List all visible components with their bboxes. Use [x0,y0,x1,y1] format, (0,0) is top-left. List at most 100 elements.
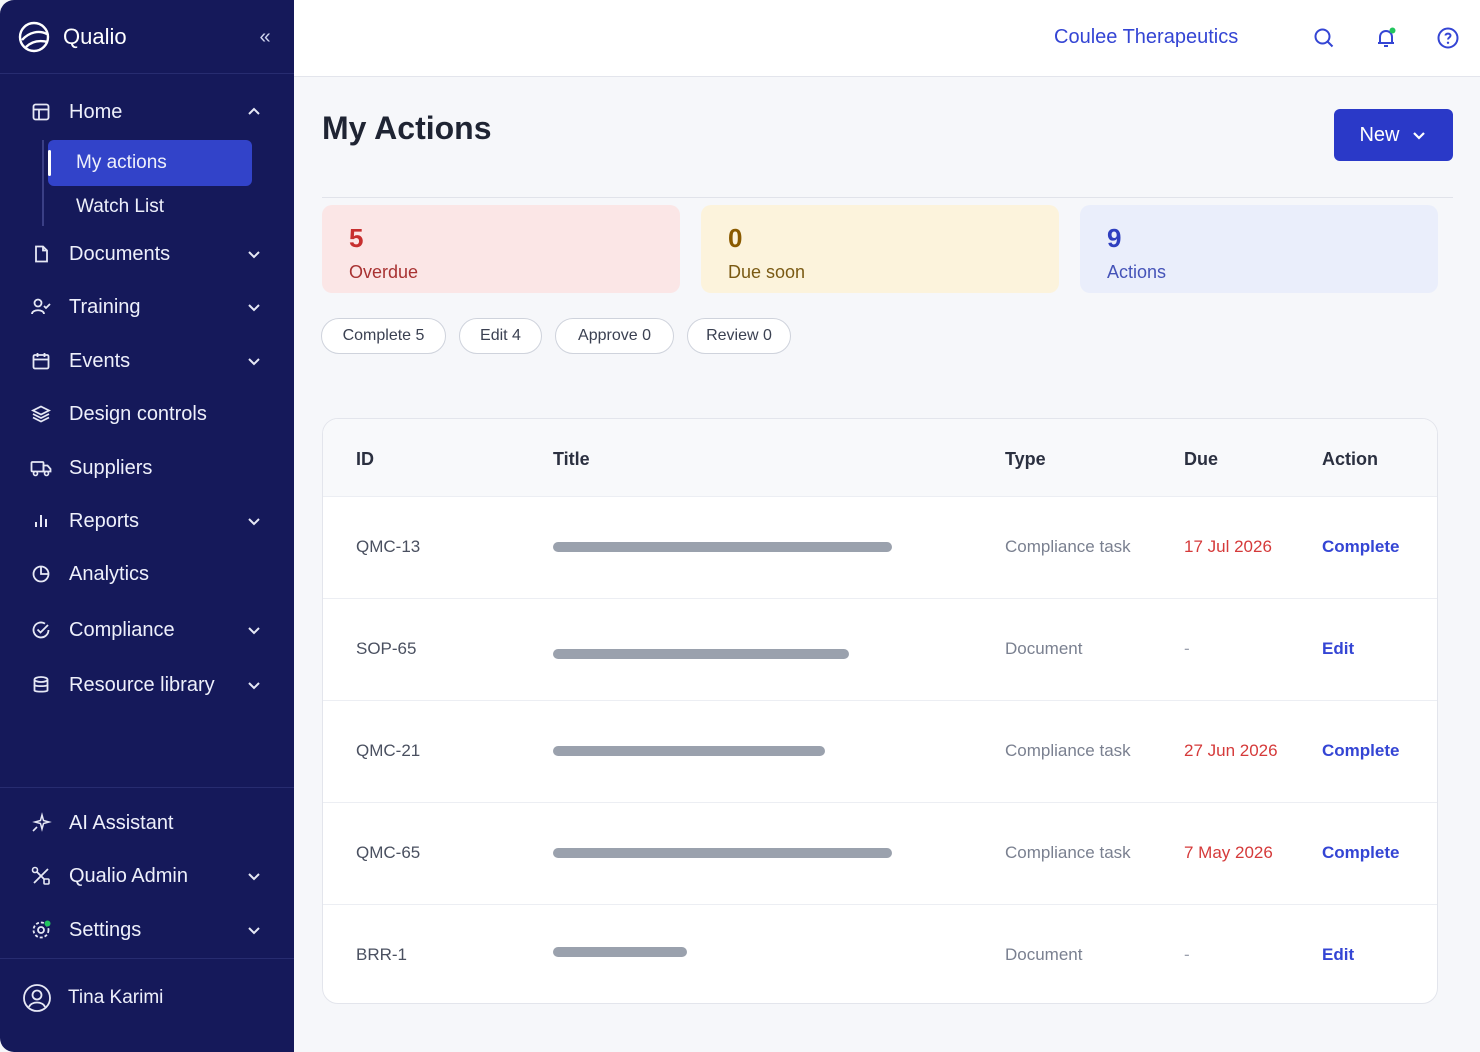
database-icon [28,672,54,698]
stat-value: 5 [349,223,364,253]
sidebar-item-label: Analytics [69,562,150,585]
organization-name[interactable]: Coulee Therapeutics [1054,26,1238,49]
calendar-icon [28,348,54,374]
stat-label: Due soon [728,262,806,282]
sidebar-item-design-controls[interactable]: Design controls [28,398,268,430]
topbar: Coulee Therapeutics [294,0,1480,77]
row-id: QMC-65 [356,843,421,862]
sidebar-item-qualio-admin[interactable]: Qualio Admin [28,860,268,892]
stat-card-overdue[interactable]: 5 Overdue [322,205,680,293]
sidebar-item-label: Documents [69,242,171,265]
table-row[interactable]: QMC-21 Compliance task 27 Jun 2026 Compl… [323,701,1437,803]
sidebar-item-label: Qualio Admin [69,864,188,887]
layers-icon [28,401,54,427]
row-type: Compliance task [1005,537,1131,556]
avatar-icon [22,983,52,1013]
table-row[interactable]: BRR-1 Document - Edit [323,905,1437,1003]
sidebar-item-training[interactable]: Training [28,291,268,323]
chevron-down-icon[interactable] [244,866,264,886]
filter-chip-edit[interactable]: Edit 4 [459,318,542,354]
row-type: Compliance task [1005,741,1131,760]
sidebar-item-reports[interactable]: Reports [28,505,268,537]
new-button[interactable]: New [1334,109,1453,161]
column-header-title[interactable]: Title [553,449,590,470]
column-header-action[interactable]: Action [1322,449,1378,470]
row-due: - [1184,639,1190,658]
row-due: - [1184,945,1190,964]
table-row[interactable]: QMC-65 Compliance task 7 May 2026 Comple… [323,803,1437,905]
chevron-up-icon[interactable] [244,102,264,122]
qualio-logo-icon [18,21,50,52]
search-icon[interactable] [1312,26,1336,50]
row-title-placeholder [553,848,892,858]
stat-card-actions[interactable]: 9 Actions [1080,205,1438,293]
filter-chip-review[interactable]: Review 0 [687,318,791,354]
new-button-label: New [1359,123,1400,146]
bell-icon[interactable] [1374,26,1398,50]
sidebar-item-events[interactable]: Events [28,345,268,377]
collapse-sidebar-icon[interactable]: « [254,26,276,48]
row-id: SOP-65 [356,639,417,658]
sidebar-subitem-watch-list[interactable]: Watch List [48,184,252,230]
row-action-link[interactable]: Edit [1322,639,1354,659]
row-id: BRR-1 [356,945,408,964]
help-icon[interactable] [1436,26,1460,50]
user-name: Tina Karimi [68,987,164,1008]
row-type: Document [1005,639,1083,658]
chevron-down-icon[interactable] [244,620,264,640]
row-title-placeholder [553,542,892,552]
check-circle-icon [28,617,54,643]
sidebar-item-label: Design controls [69,402,207,425]
app-name: Qualio [63,23,127,49]
sidebar-divider [0,958,294,959]
sidebar-item-home[interactable]: Home [28,96,268,128]
row-title-placeholder [553,746,825,756]
submenu-guide [42,140,44,226]
layout-icon [28,99,54,125]
sidebar-item-label: Home [69,100,123,123]
sparkle-icon [28,810,54,836]
filter-chip-approve[interactable]: Approve 0 [555,318,674,354]
actions-table: ID Title Type Due Action QMC-13 Complian… [322,418,1438,1004]
table-row[interactable]: SOP-65 Document - Edit [323,599,1437,701]
sidebar-item-analytics[interactable]: Analytics [28,558,268,590]
sidebar: Qualio « Home My actions Watch List Docu… [0,0,294,1052]
sidebar-item-suppliers[interactable]: Suppliers [28,452,268,484]
table-header: ID Title Type Due Action [323,419,1437,497]
filter-chip-complete[interactable]: Complete 5 [321,318,446,354]
brand[interactable]: Qualio [0,0,294,74]
table-row[interactable]: QMC-13 Compliance task 17 Jul 2026 Compl… [323,497,1437,599]
sidebar-subitem-my-actions[interactable]: My actions [48,140,252,186]
sidebar-item-label: Compliance [69,618,175,641]
row-action-link[interactable]: Complete [1322,537,1399,557]
chevron-down-icon[interactable] [244,675,264,695]
stat-value: 9 [1107,223,1122,253]
stat-card-due-soon[interactable]: 0 Due soon [701,205,1059,293]
sidebar-item-settings[interactable]: Settings [28,914,268,946]
column-header-type[interactable]: Type [1005,449,1046,470]
gear-icon [28,917,54,943]
chevron-down-icon[interactable] [244,920,264,940]
sidebar-item-documents[interactable]: Documents [28,238,268,270]
row-action-link[interactable]: Edit [1322,945,1354,965]
chevron-down-icon[interactable] [244,297,264,317]
column-header-due[interactable]: Due [1184,449,1218,470]
row-action-link[interactable]: Complete [1322,741,1399,761]
chevron-down-icon[interactable] [244,351,264,371]
user-profile[interactable]: Tina Karimi [22,982,262,1014]
row-title-placeholder [553,947,687,957]
row-action-link[interactable]: Complete [1322,843,1399,863]
pie-chart-icon [28,561,54,587]
chevron-down-icon[interactable] [244,511,264,531]
sidebar-item-ai-assistant[interactable]: AI Assistant [28,807,268,839]
sidebar-item-label: Events [69,349,131,372]
bar-chart-icon [28,508,54,534]
row-due: 17 Jul 2026 [1184,537,1272,556]
sidebar-item-compliance[interactable]: Compliance [28,614,268,646]
row-title-placeholder [553,649,849,659]
column-header-id[interactable]: ID [356,449,374,470]
document-icon [28,241,54,267]
sidebar-item-resource-library[interactable]: Resource library [28,669,268,701]
chevron-down-icon[interactable] [244,244,264,264]
tools-icon [28,863,54,889]
